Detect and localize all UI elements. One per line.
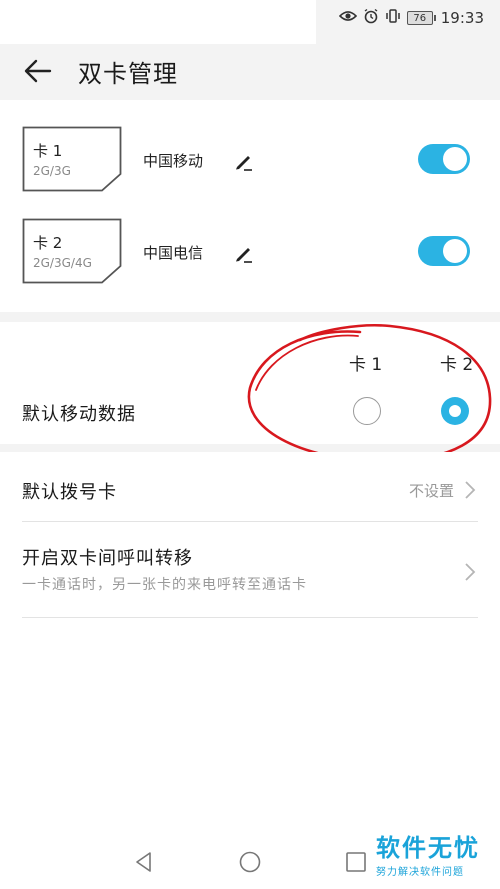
nav-recent-icon[interactable] [344, 850, 368, 874]
sim-network-type: 2G/3G/4G [33, 256, 92, 270]
alarm-icon [363, 8, 379, 28]
toggle-knob [443, 239, 467, 263]
default-dial-value: 不设置 [408, 482, 454, 500]
column-label-sim-2: 卡 2 [440, 355, 474, 375]
carrier-name: 中国电信 [143, 244, 204, 262]
sim-card-icon: 卡 2 2G/3G/4G [22, 218, 122, 284]
default-dial-card-row[interactable]: 默认拨号卡 不设置 [0, 452, 500, 522]
battery-icon: 76 [406, 11, 436, 25]
sim-1-toggle[interactable] [418, 144, 470, 174]
chevron-right-icon [465, 563, 476, 581]
sim-row-2: 卡 2 2G/3G/4G 中国电信 [0, 218, 500, 298]
status-bar-left-area [0, 0, 316, 44]
sim-row-1: 卡 1 2G/3G 中国移动 [0, 126, 500, 206]
settings-list: 默认拨号卡 不设置 开启双卡间呼叫转移 一卡通话时，另一张卡的来电呼转至通话卡 [0, 452, 500, 889]
status-bar: 76 19:33 [0, 0, 500, 44]
call-forward-description: 一卡通话时，另一张卡的来电呼转至通话卡 [22, 577, 307, 593]
nav-home-icon[interactable] [238, 850, 262, 874]
watermark-title: 软件无忧 [376, 834, 480, 862]
divider [22, 617, 478, 618]
sim-2-toggle[interactable] [418, 236, 470, 266]
back-arrow-icon[interactable] [22, 55, 54, 87]
watermark: 软件无忧 努力解决软件问题 [376, 828, 480, 878]
sim-card-icon: 卡 1 2G/3G [22, 126, 122, 192]
call-forward-label: 开启双卡间呼叫转移 [22, 548, 193, 569]
eye-comfort-icon [338, 9, 357, 27]
default-dial-label: 默认拨号卡 [22, 482, 117, 503]
sim-name: 卡 2 [33, 234, 63, 252]
default-data-label: 默认移动数据 [22, 404, 136, 425]
edit-icon[interactable] [233, 242, 255, 264]
carrier-name: 中国移动 [143, 152, 204, 170]
default-data-radio-sim-2[interactable] [441, 397, 469, 425]
page-title: 双卡管理 [78, 60, 178, 88]
toggle-knob [443, 147, 467, 171]
nav-back-icon[interactable] [132, 850, 156, 874]
sim-cards-section: 卡 1 2G/3G 中国移动 卡 2 2G/3G/4G 中国电信 [0, 100, 500, 312]
default-data-radio-sim-1[interactable] [353, 397, 381, 425]
sim-network-type: 2G/3G [33, 164, 71, 178]
vibrate-icon [385, 8, 401, 28]
column-label-sim-1: 卡 1 [349, 355, 383, 375]
radio-dot [449, 405, 461, 417]
status-time: 19:33 [440, 9, 484, 27]
call-forward-row[interactable]: 开启双卡间呼叫转移 一卡通话时，另一张卡的来电呼转至通话卡 [0, 522, 500, 618]
sim-name: 卡 1 [33, 142, 63, 160]
app-header: 双卡管理 [0, 44, 500, 100]
chevron-right-icon [465, 481, 476, 499]
status-icons: 76 19:33 [338, 8, 484, 28]
watermark-subtitle: 努力解决软件问题 [376, 867, 464, 878]
default-data-section: 卡 1 卡 2 默认移动数据 [0, 322, 500, 444]
edit-icon[interactable] [233, 150, 255, 172]
